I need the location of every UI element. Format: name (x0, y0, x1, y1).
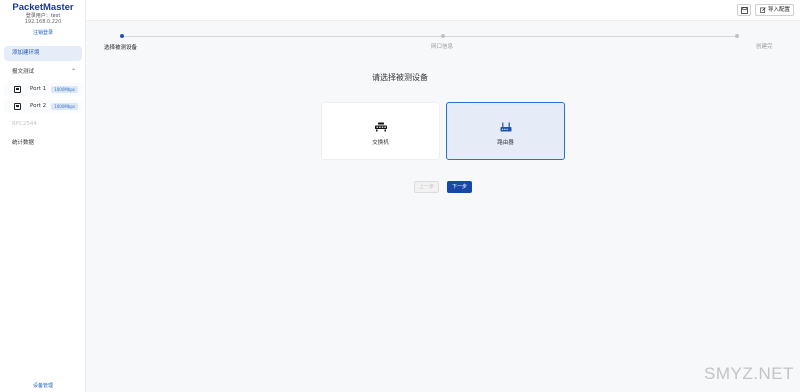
logout-link[interactable]: 注销登录 (0, 29, 86, 36)
edit-icon (760, 7, 766, 13)
step-dot-1 (120, 34, 124, 38)
save-icon (741, 7, 748, 14)
sidebar-item-port-2[interactable]: Port 2 1000Mbps (4, 100, 82, 113)
router-card-label: 路由器 (497, 140, 514, 146)
login-user-text: 登录用户：test (25, 13, 61, 19)
switch-card[interactable]: 交换机 (321, 102, 440, 160)
port-icon (14, 103, 21, 110)
step-dot-3 (735, 34, 739, 38)
step-dot-2 (441, 34, 445, 38)
port-label: Port 2 (30, 103, 47, 109)
step-label-select-device: 选择被测设备 (104, 45, 138, 51)
sidebar-item-port-1[interactable]: Port 1 1000Mbps (4, 83, 82, 96)
port-icon (14, 86, 21, 93)
import-config-label: 导入配置 (768, 7, 791, 13)
step-label-port-info: 网口信息 (431, 44, 454, 50)
device-ip: 192.168.0.220 (24, 19, 62, 25)
device-management-link[interactable]: 设备管理 (0, 382, 86, 389)
watermark-text: SMYZ.NET (704, 364, 794, 383)
port-speed-badge: 1000Mbps (51, 86, 78, 93)
prev-step-button[interactable]: 上一步 (414, 181, 439, 193)
port-label: Port 1 (30, 86, 47, 92)
select-device-prompt: 请选择被测设备 (372, 73, 428, 82)
sidebar-item-add-stream[interactable]: 添加建环境 (4, 46, 82, 61)
stepper-line (122, 36, 738, 37)
switch-card-label: 交换机 (372, 140, 389, 146)
save-button[interactable] (737, 4, 751, 16)
switch-icon (374, 122, 387, 132)
router-card[interactable]: 路由器 (446, 102, 565, 160)
step-label-done: 创建完 (756, 44, 773, 50)
sidebar: PacketMaster 登录用户：test 192.168.0.220 注销登… (0, 0, 86, 392)
sidebar-item-rfc2544: RFC2544 (12, 121, 37, 127)
port-speed-badge: 1000Mbps (51, 103, 78, 110)
sidebar-item-stats[interactable]: 统计数据 (12, 138, 34, 146)
router-icon (500, 122, 511, 132)
top-bar (86, 0, 800, 21)
next-step-button[interactable]: 下一步 (447, 181, 472, 193)
import-config-button[interactable]: 导入配置 (755, 4, 794, 16)
